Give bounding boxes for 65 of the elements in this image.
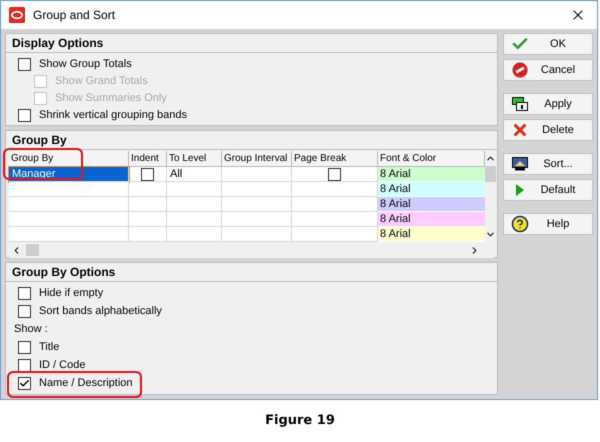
no-entry-icon [512, 62, 528, 78]
dialog-button[interactable]: Cancel [503, 59, 593, 81]
show-label: Show : [14, 322, 48, 337]
table-cell [129, 197, 167, 212]
table-cell [222, 197, 292, 212]
dialog-button[interactable]: Delete [503, 119, 593, 141]
play-icon [515, 183, 525, 197]
table-cell[interactable] [9, 227, 129, 242]
checkbox[interactable] [18, 58, 31, 71]
check-icon [19, 378, 30, 388]
figure-caption: Figure 19 [265, 412, 335, 430]
horizontal-scrollbar[interactable] [9, 242, 494, 258]
table-cell[interactable] [9, 197, 129, 212]
table-cell[interactable] [9, 212, 129, 227]
dialog-button[interactable]: Apply [503, 93, 593, 115]
table-cell: All [167, 167, 222, 182]
table-cell [167, 182, 222, 197]
table-cell[interactable] [9, 182, 129, 197]
table-cell [167, 197, 222, 212]
checkbox[interactable] [18, 109, 31, 122]
option-label: Sort bands alphabetically [39, 304, 162, 319]
option-label: Shrink vertical grouping bands [39, 108, 187, 124]
option-label: ID / Code [39, 358, 86, 373]
table-cell [222, 212, 292, 227]
column-header[interactable]: Page Break [292, 151, 378, 167]
monitor-icon [512, 157, 528, 171]
font-color-cell[interactable]: 8 Arial [378, 167, 485, 182]
delete-icon [511, 121, 529, 139]
font-color-cell[interactable]: 8 Arial [378, 227, 485, 242]
column-header[interactable]: Indent [129, 151, 167, 167]
option-label: Name / Description [39, 376, 133, 391]
table-cell [222, 182, 292, 197]
checkbox[interactable] [18, 376, 31, 390]
checkbox[interactable] [18, 304, 31, 318]
dialog-button[interactable]: Sort... [503, 153, 593, 175]
table-cell [129, 212, 167, 227]
option-label: Title [39, 340, 60, 355]
option-label: Hide if empty [39, 286, 104, 301]
option-label: Show Group Totals [39, 57, 132, 72]
column-header[interactable]: Group By [9, 151, 129, 167]
checkbox[interactable] [141, 168, 154, 180]
scroll-thumb[interactable] [485, 166, 496, 182]
table-cell [167, 212, 222, 227]
dialog-button[interactable]: Help [503, 213, 593, 235]
window-icon [512, 97, 528, 111]
column-header[interactable]: To Level [167, 151, 222, 167]
font-color-cell[interactable]: 8 Arial [378, 212, 485, 227]
window-title: Group and Sort [33, 7, 116, 24]
option-label: Show Grand Totals [55, 74, 148, 90]
font-color-cell[interactable]: 8 Arial [378, 197, 485, 212]
vertical-scrollbar[interactable] [485, 151, 496, 242]
checkbox[interactable] [328, 168, 341, 180]
dialog-button[interactable]: Default [503, 179, 593, 201]
scroll-thumb[interactable] [26, 244, 39, 256]
table-cell[interactable]: Manager [9, 167, 129, 182]
column-header[interactable]: Group Interval [222, 151, 292, 167]
font-color-cell[interactable]: 8 Arial [378, 182, 485, 197]
help-icon [511, 215, 529, 233]
dialog-button[interactable]: OK [503, 33, 593, 55]
checkbox[interactable] [18, 358, 31, 372]
app-logo-icon [9, 7, 25, 23]
checkbox[interactable] [18, 340, 31, 354]
option-label: Show Summaries Only [55, 91, 167, 106]
checkbox[interactable] [18, 286, 31, 300]
column-header[interactable]: Font & Color [378, 151, 485, 167]
